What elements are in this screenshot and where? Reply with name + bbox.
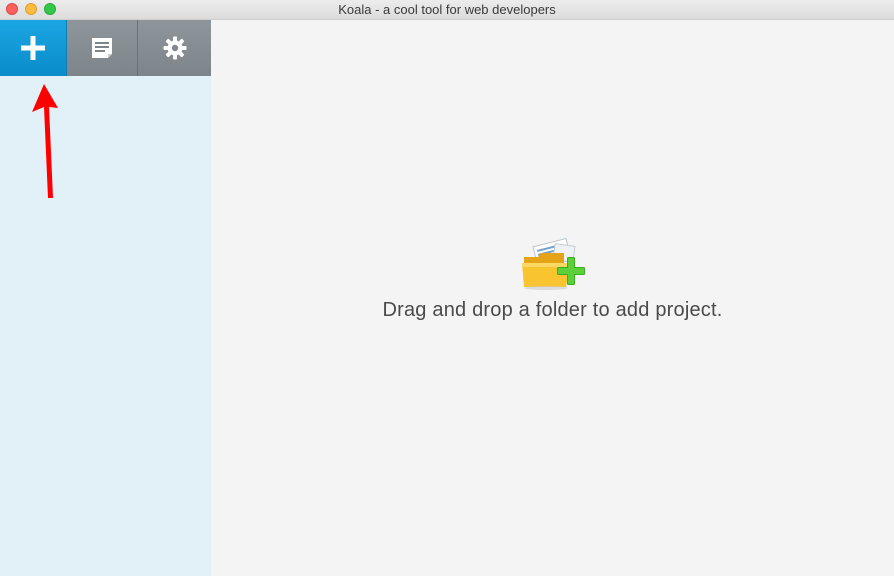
- drop-zone[interactable]: Drag and drop a folder to add project.: [211, 235, 894, 322]
- add-project-button[interactable]: [0, 20, 67, 76]
- title-bar[interactable]: Koala - a cool tool for web developers: [0, 0, 894, 20]
- sidebar-toolbar: [0, 20, 211, 76]
- settings-button[interactable]: [138, 20, 211, 76]
- folder-add-icon: [521, 237, 585, 290]
- plus-icon: [21, 36, 45, 60]
- gear-icon: [163, 36, 186, 60]
- app-window: Koala - a cool tool for web developers D…: [0, 0, 894, 576]
- red-arrow-annotation: [32, 84, 58, 198]
- empty-state-text: Drag and drop a folder to add project.: [382, 299, 723, 321]
- document-icon: [92, 38, 112, 58]
- main-area[interactable]: Drag and drop a folder to add project.: [211, 20, 894, 576]
- window-title: Koala - a cool tool for web developers: [338, 2, 556, 17]
- log-button[interactable]: [67, 20, 138, 76]
